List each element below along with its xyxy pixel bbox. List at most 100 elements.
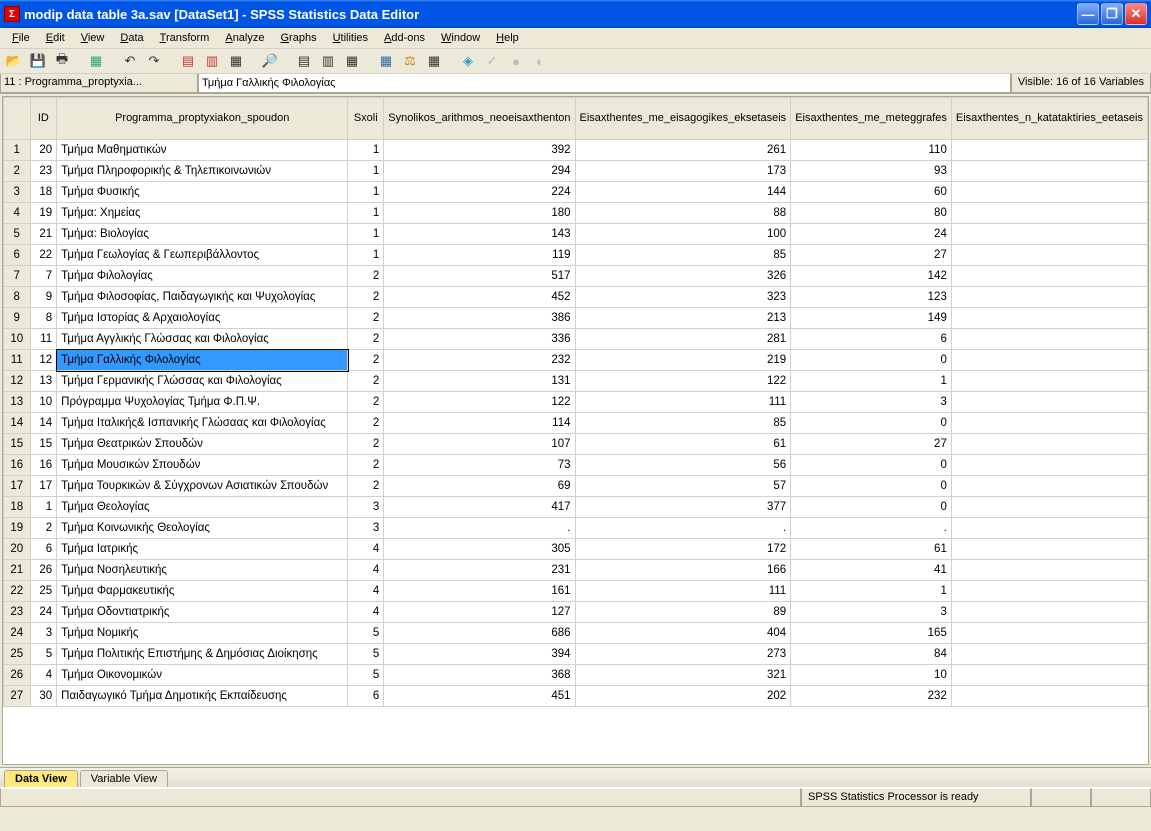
cell-prog[interactable]: Τμήμα Νοσηλευτικής xyxy=(57,560,348,581)
cell-ID[interactable]: 1 xyxy=(30,497,57,518)
row-header[interactable]: 13 xyxy=(4,392,31,413)
cell-sxoli[interactable]: 1 xyxy=(348,161,384,182)
cell-c4[interactable] xyxy=(951,455,1147,476)
show-all-icon[interactable]: ◈ xyxy=(458,51,478,71)
goto-variable-icon[interactable]: ▥ xyxy=(202,51,222,71)
cell-c2[interactable]: 219 xyxy=(575,350,791,371)
cell-c1[interactable]: 232 xyxy=(384,350,575,371)
cell-c4[interactable] xyxy=(951,581,1147,602)
menu-data[interactable]: Data xyxy=(112,30,151,46)
cell-c3[interactable]: 0 xyxy=(791,413,952,434)
cell-c2[interactable]: 326 xyxy=(575,266,791,287)
cell-prog[interactable]: Παιδαγωγικό Τμήμα Δημοτικής Εκπαίδευσης xyxy=(57,686,348,707)
select-cases-icon[interactable]: ▦ xyxy=(342,51,362,71)
menu-graphs[interactable]: Graphs xyxy=(272,30,324,46)
cell-c4[interactable] xyxy=(951,140,1147,161)
cell-prog[interactable]: Τμήμα: Χημείας xyxy=(57,203,348,224)
cell-ID[interactable]: 13 xyxy=(30,371,57,392)
cell-c2[interactable]: 404 xyxy=(575,623,791,644)
cell-c1[interactable]: 517 xyxy=(384,266,575,287)
cell-c4[interactable] xyxy=(951,371,1147,392)
cell-ID[interactable]: 22 xyxy=(30,245,57,266)
cell-sxoli[interactable]: 4 xyxy=(348,602,384,623)
cell-c2[interactable]: 166 xyxy=(575,560,791,581)
row-header[interactable]: 26 xyxy=(4,665,31,686)
tab-variable-view[interactable]: Variable View xyxy=(80,770,168,787)
cell-c2[interactable]: 89 xyxy=(575,602,791,623)
cell-c3[interactable]: 3 xyxy=(791,392,952,413)
variables-icon[interactable]: ▦ xyxy=(226,51,246,71)
value-labels-icon[interactable]: ▦ xyxy=(376,51,396,71)
row-header[interactable]: 20 xyxy=(4,539,31,560)
print-icon[interactable]: 🖶 xyxy=(52,51,72,71)
cell-sxoli[interactable]: 4 xyxy=(348,581,384,602)
row-header[interactable]: 3 xyxy=(4,182,31,203)
cell-c2[interactable]: 261 xyxy=(575,140,791,161)
cell-c3[interactable]: 0 xyxy=(791,476,952,497)
cell-sxoli[interactable]: 4 xyxy=(348,560,384,581)
cell-prog[interactable]: Τμήμα Ιατρικής xyxy=(57,539,348,560)
cell-c4[interactable] xyxy=(951,623,1147,644)
cell-prog[interactable]: Τμήμα Νομικής xyxy=(57,623,348,644)
row-header[interactable]: 23 xyxy=(4,602,31,623)
cell-c3[interactable]: 27 xyxy=(791,245,952,266)
cell-prog[interactable]: Τμήμα Πληροφορικής & Τηλεπικοινωνιών xyxy=(57,161,348,182)
cell-c2[interactable]: 88 xyxy=(575,203,791,224)
menu-edit[interactable]: Edit xyxy=(38,30,73,46)
cell-c3[interactable]: 10 xyxy=(791,665,952,686)
row-header[interactable]: 10 xyxy=(4,329,31,350)
insert-cases-icon[interactable]: ▦ xyxy=(424,51,444,71)
cell-c1[interactable]: 451 xyxy=(384,686,575,707)
cell-c2[interactable]: 111 xyxy=(575,392,791,413)
cell-c1[interactable]: 131 xyxy=(384,371,575,392)
cell-c3[interactable]: 60 xyxy=(791,182,952,203)
cell-c1[interactable]: 336 xyxy=(384,329,575,350)
cell-sxoli[interactable]: 5 xyxy=(348,623,384,644)
tab-data-view[interactable]: Data View xyxy=(4,770,78,787)
cell-c1[interactable]: . xyxy=(384,518,575,539)
column-header-c3[interactable]: Eisaxthentes_me_meteggrafes xyxy=(791,98,952,140)
data-grid-scroller[interactable]: IDProgramma_proptyxiakon_spoudonSxoliSyn… xyxy=(3,97,1148,764)
row-header[interactable]: 25 xyxy=(4,644,31,665)
cell-prog[interactable]: Τμήμα Γεωλογίας & Γεωπεριβάλλοντος xyxy=(57,245,348,266)
cell-ID[interactable]: 24 xyxy=(30,602,57,623)
row-header[interactable]: 6 xyxy=(4,245,31,266)
cell-c3[interactable]: 3 xyxy=(791,602,952,623)
cell-c3[interactable]: 142 xyxy=(791,266,952,287)
goto-case-icon[interactable]: ▤ xyxy=(178,51,198,71)
cell-ID[interactable]: 30 xyxy=(30,686,57,707)
cell-prog[interactable]: Τμήμα Φιλολογίας xyxy=(57,266,348,287)
cell-value-input[interactable] xyxy=(198,74,1011,93)
cell-c1[interactable]: 143 xyxy=(384,224,575,245)
redo-icon[interactable]: ↷ xyxy=(144,51,164,71)
cell-sxoli[interactable]: 2 xyxy=(348,434,384,455)
cell-c2[interactable]: 111 xyxy=(575,581,791,602)
cell-c2[interactable]: . xyxy=(575,518,791,539)
row-header[interactable]: 4 xyxy=(4,203,31,224)
cell-prog[interactable]: Τμήμα: Βιολογίας xyxy=(57,224,348,245)
cell-c2[interactable]: 85 xyxy=(575,245,791,266)
cell-c1[interactable]: 294 xyxy=(384,161,575,182)
cell-c3[interactable]: 0 xyxy=(791,455,952,476)
column-header-c1[interactable]: Synolikos_arithmos_neoeisaxthenton xyxy=(384,98,575,140)
cell-c2[interactable]: 202 xyxy=(575,686,791,707)
cell-prog[interactable]: Τμήμα Μαθηματικών xyxy=(57,140,348,161)
cell-sxoli[interactable]: 2 xyxy=(348,413,384,434)
cell-c1[interactable]: 452 xyxy=(384,287,575,308)
cell-sxoli[interactable]: 2 xyxy=(348,371,384,392)
column-header-prog[interactable]: Programma_proptyxiakon_spoudon xyxy=(57,98,348,140)
cell-c1[interactable]: 127 xyxy=(384,602,575,623)
menu-transform[interactable]: Transform xyxy=(152,30,218,46)
cell-c4[interactable] xyxy=(951,476,1147,497)
cell-c3[interactable]: 123 xyxy=(791,287,952,308)
menu-view[interactable]: View xyxy=(73,30,113,46)
data-grid[interactable]: IDProgramma_proptyxiakon_spoudonSxoliSyn… xyxy=(3,97,1148,707)
cell-sxoli[interactable]: 4 xyxy=(348,539,384,560)
cell-prog[interactable]: Τμήμα Οδοντιατρικής xyxy=(57,602,348,623)
cell-prog[interactable]: Πρόγραμμα Ψυχολογίας Τμήμα Φ.Π.Ψ. xyxy=(57,392,348,413)
cell-c1[interactable]: 686 xyxy=(384,623,575,644)
cell-c4[interactable] xyxy=(951,665,1147,686)
row-header[interactable]: 12 xyxy=(4,371,31,392)
cell-sxoli[interactable]: 6 xyxy=(348,686,384,707)
cell-c3[interactable]: 24 xyxy=(791,224,952,245)
